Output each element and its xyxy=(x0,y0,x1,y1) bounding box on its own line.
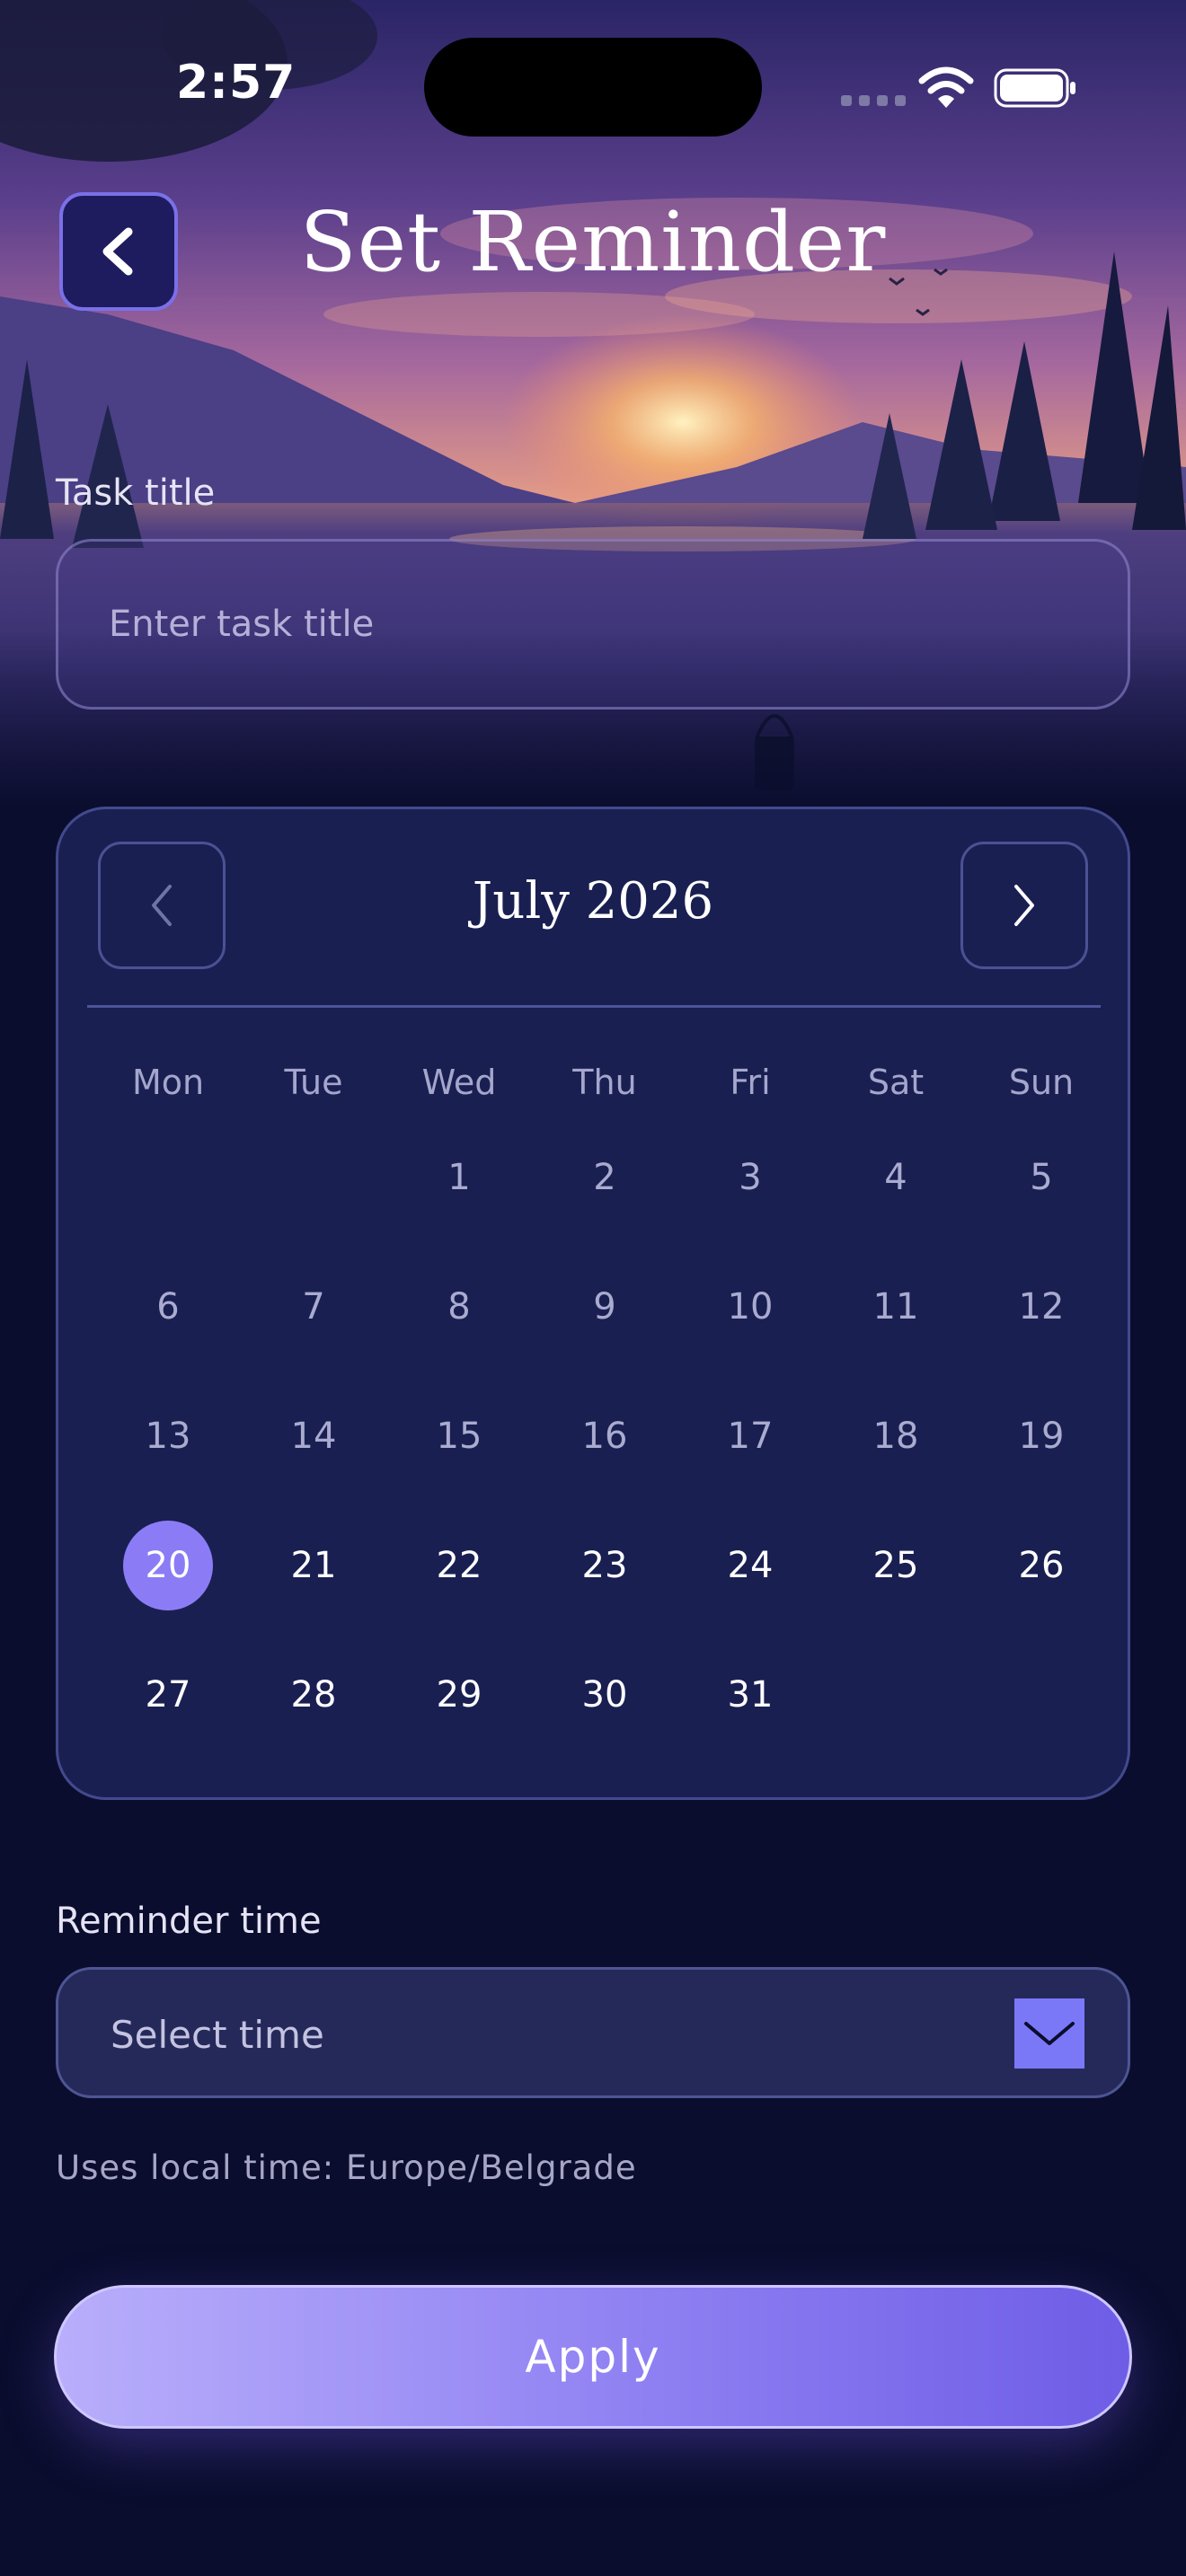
calendar-day[interactable]: 17 xyxy=(705,1391,795,1481)
calendar-day[interactable]: 23 xyxy=(560,1521,650,1610)
calendar-day[interactable]: 2 xyxy=(560,1133,650,1222)
calendar-day[interactable]: 4 xyxy=(851,1133,941,1222)
status-time: 2:57 xyxy=(176,56,296,110)
calendar-day[interactable]: 27 xyxy=(123,1650,213,1740)
reminder-time-select[interactable]: Select time xyxy=(56,1967,1130,2098)
reminder-time-label: Reminder time xyxy=(56,1901,322,1942)
calendar-day[interactable]: 1 xyxy=(414,1133,504,1222)
timezone-note: Uses local time: Europe/Belgrade xyxy=(56,2148,637,2187)
weekday-mon: Mon xyxy=(131,1063,205,1102)
calendar-day[interactable]: 8 xyxy=(414,1262,504,1352)
calendar-day[interactable]: 13 xyxy=(123,1391,213,1481)
calendar-day[interactable]: 29 xyxy=(414,1650,504,1740)
calendar-day[interactable]: 22 xyxy=(414,1521,504,1610)
calendar-day[interactable]: 15 xyxy=(414,1391,504,1481)
chevron-down-icon[interactable] xyxy=(1014,1998,1084,2069)
calendar-divider xyxy=(87,1005,1101,1008)
page-title: Set Reminder xyxy=(299,194,887,290)
apply-button[interactable]: Apply xyxy=(54,2285,1132,2429)
calendar-day[interactable]: 28 xyxy=(269,1650,358,1740)
weekday-fri: Fri xyxy=(730,1063,771,1102)
weekday-sat: Sat xyxy=(867,1063,925,1102)
screen: 2:57 Set Reminder Task title Enter task … xyxy=(0,0,1186,2576)
task-title-field[interactable] xyxy=(56,539,1130,710)
calendar-day[interactable]: 6 xyxy=(123,1262,213,1352)
calendar-day[interactable]: 10 xyxy=(705,1262,795,1352)
chevron-right-icon xyxy=(1014,885,1034,926)
task-title-label: Task title xyxy=(56,472,216,514)
calendar-day[interactable]: 16 xyxy=(560,1391,650,1481)
calendar-day[interactable]: 5 xyxy=(996,1133,1086,1222)
calendar-day[interactable]: 12 xyxy=(996,1262,1086,1352)
calendar-day[interactable]: 18 xyxy=(851,1391,941,1481)
weekday-thu: Thu xyxy=(572,1063,637,1102)
calendar-day[interactable]: 25 xyxy=(851,1521,941,1610)
wifi-icon xyxy=(918,66,974,113)
weekday-tue: Tue xyxy=(284,1063,343,1102)
calendar-card: July 2026 Mon Tue Wed Thu Fri Sat Sun 12345678… xyxy=(56,807,1130,1800)
chevron-left-icon xyxy=(102,227,133,276)
back-button[interactable] xyxy=(59,192,178,311)
calendar-day-selected[interactable]: 20 xyxy=(123,1521,213,1610)
calendar-day[interactable]: 11 xyxy=(851,1262,941,1352)
calendar-day[interactable]: 30 xyxy=(560,1650,650,1740)
calendar-day[interactable]: 7 xyxy=(269,1262,358,1352)
calendar-day[interactable]: 26 xyxy=(996,1521,1086,1610)
calendar-day[interactable]: 9 xyxy=(560,1262,650,1352)
calendar-day[interactable]: 21 xyxy=(269,1521,358,1610)
calendar-day[interactable]: 24 xyxy=(705,1521,795,1610)
next-month-button[interactable] xyxy=(960,842,1088,969)
calendar-day[interactable]: 31 xyxy=(705,1650,795,1740)
task-title-input[interactable] xyxy=(58,542,1128,707)
signal-icon xyxy=(841,93,906,111)
dynamic-island xyxy=(424,38,762,137)
time-select-placeholder: Select time xyxy=(111,2013,324,2057)
weekday-wed: Wed xyxy=(421,1063,497,1102)
calendar-day[interactable]: 19 xyxy=(996,1391,1086,1481)
weekday-sun: Sun xyxy=(1008,1063,1075,1102)
battery-icon xyxy=(994,68,1076,111)
calendar-day[interactable]: 14 xyxy=(269,1391,358,1481)
calendar-day[interactable]: 3 xyxy=(705,1133,795,1222)
